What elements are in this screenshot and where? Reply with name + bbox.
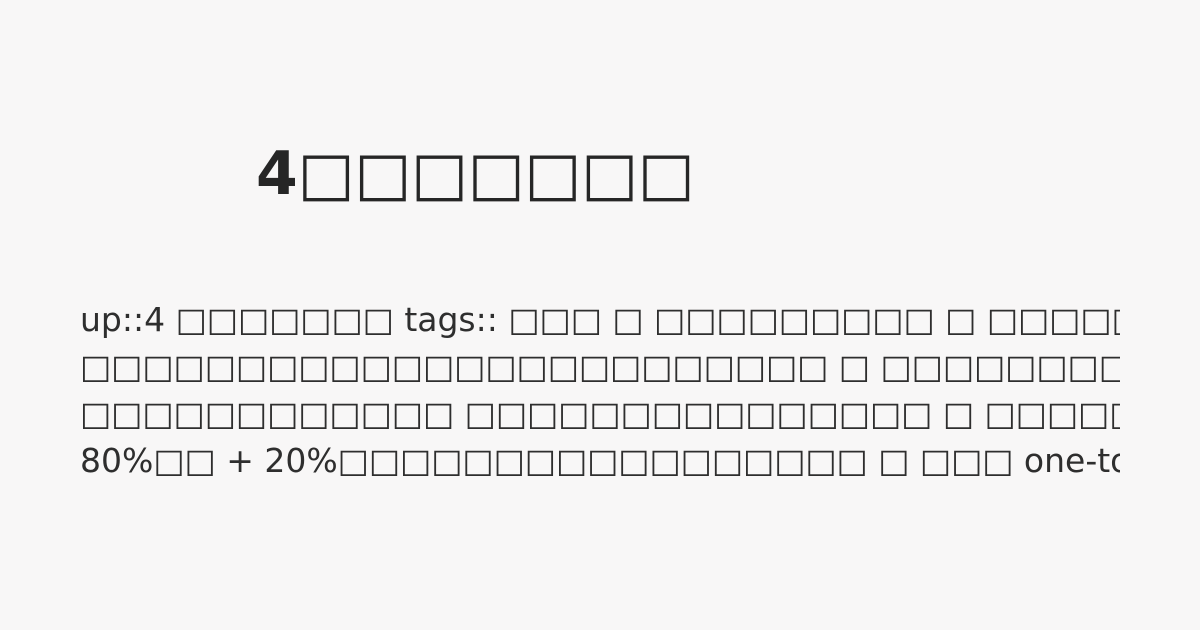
- excerpt-line: 80%□□ + 20%□□□□□□□□□□□□□□□□□ □ □□□ one-t…: [80, 441, 1120, 480]
- page-excerpt: up::4 □□□□□□□ tags:: □□□ □ □□□□□□□□□ □ □…: [80, 296, 1120, 484]
- page-title: 4□□□□□□□: [256, 139, 695, 209]
- excerpt-line: □□□□□□□□□□□□□□□□□□□□□□□□ □ □□□□□□□□□ □□□…: [80, 347, 1120, 386]
- link-preview-card: 4□□□□□□□ up::4 □□□□□□□ tags:: □□□ □ □□□□…: [0, 0, 1200, 630]
- excerpt-line: up::4 □□□□□□□ tags:: □□□ □ □□□□□□□□□ □ □…: [80, 300, 1120, 339]
- excerpt-line: □□□□□□□□□□□□ □□□□□□□□□□□□□□□ □ □□□□□□□□: [80, 394, 1120, 433]
